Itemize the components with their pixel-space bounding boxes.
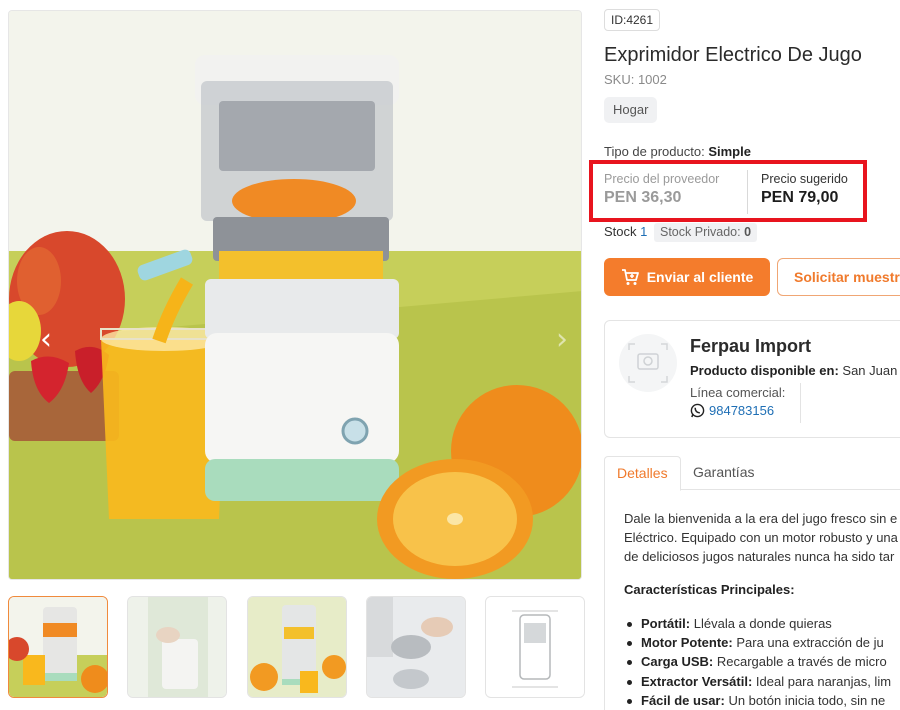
- feature-name: Portátil:: [641, 616, 691, 631]
- gallery-prev-arrow[interactable]: ‹: [33, 323, 59, 357]
- thumbnail-5[interactable]: [485, 596, 585, 698]
- supplier-location-label: Producto disponible en:: [690, 363, 839, 378]
- thumbnail-strip: [8, 596, 588, 698]
- supplier-name[interactable]: Ferpau Import: [690, 336, 811, 357]
- supplier-line-label: Línea comercial:: [690, 385, 786, 400]
- product-type-value: Simple: [708, 144, 751, 159]
- tab-details[interactable]: Detalles: [604, 456, 681, 491]
- supplier-logo: [619, 334, 677, 392]
- feature-name: Motor Potente:: [641, 635, 733, 651]
- supplier-location: Producto disponible en: San Juan D: [690, 363, 900, 378]
- product-sku: SKU: 1002: [604, 72, 667, 87]
- feature-name: Fácil de usar:: [641, 692, 725, 708]
- feature-name: Extractor Versátil:: [641, 673, 753, 689]
- feature-name: Carga USB:: [641, 654, 714, 670]
- feature-item: Portátil: Llévala a donde quieras: [626, 614, 891, 633]
- price-divider: [747, 170, 748, 214]
- feature-item: Motor Potente: Para una extracción de ju: [626, 633, 891, 652]
- supplier-phone-link[interactable]: 984783156: [690, 403, 774, 421]
- private-stock-badge: Stock Privado: 0: [654, 223, 758, 242]
- product-id-badge: ID:4261: [604, 9, 661, 31]
- suggested-price-value: PEN 79,00: [761, 189, 839, 206]
- thumbnail-image: [128, 597, 226, 697]
- suggested-price: Precio sugerido PEN 79,00: [761, 172, 848, 207]
- private-stock-value: 0: [744, 225, 752, 239]
- product-type: Tipo de producto: Simple: [604, 144, 751, 159]
- feature-text: Recargable a través de micro: [716, 654, 887, 670]
- supplier-phone: 984783156: [709, 403, 775, 418]
- thumbnail-1[interactable]: [8, 596, 108, 698]
- description-line: Dale la bienvenida a la era del jugo fre…: [624, 511, 898, 526]
- feature-text: Ideal para naranjas, lim: [755, 673, 892, 689]
- description-line: de deliciosos jugos naturales nunca ha s…: [624, 549, 895, 564]
- product-main-image[interactable]: ‹ ›: [8, 10, 582, 580]
- thumbnail-3[interactable]: [247, 596, 347, 698]
- thumbnail-image: [9, 597, 107, 697]
- feature-text: Llévala a donde quieras: [693, 616, 832, 631]
- thumbnail-4[interactable]: [366, 596, 466, 698]
- juicer-illustration: [9, 11, 581, 579]
- whatsapp-icon: [690, 403, 705, 421]
- tab-warranty[interactable]: Garantías: [681, 456, 766, 490]
- suggested-price-label: Precio sugerido: [761, 172, 848, 186]
- thumbnail-image: [486, 597, 584, 697]
- thumbnail-2[interactable]: [127, 596, 227, 698]
- provider-price-label: Precio del proveedor: [604, 172, 720, 186]
- feature-text: Para una extracción de ju: [736, 635, 884, 651]
- feature-item: Carga USB: Recargable a través de micro: [626, 652, 891, 671]
- send-to-client-button[interactable]: Enviar al cliente: [604, 258, 770, 296]
- feature-item: Fácil de usar: Un botón inicia todo, sin…: [626, 691, 891, 710]
- supplier-divider: [800, 383, 801, 423]
- thumbnail-image: [248, 597, 346, 697]
- gallery-next-arrow[interactable]: ›: [549, 323, 575, 357]
- description-line: Eléctrico. Equipado con un motor robusto…: [624, 530, 898, 545]
- private-stock-label: Stock Privado:: [660, 225, 741, 239]
- stock-label: Stock: [604, 224, 637, 239]
- details-panel: Dale la bienvenida a la era del jugo fre…: [604, 490, 900, 710]
- supplier-card: Ferpau Import Producto disponible en: Sa…: [604, 320, 900, 438]
- features-list: Portátil: Llévala a donde quieras Motor …: [626, 614, 892, 710]
- stock-value: 1: [640, 224, 648, 239]
- product-type-label: Tipo de producto:: [604, 144, 705, 159]
- provider-price-value: PEN 36,30: [604, 189, 682, 206]
- cart-icon: [621, 262, 639, 300]
- product-description: Dale la bienvenida a la era del jugo fre…: [624, 509, 898, 566]
- request-sample-button[interactable]: Solicitar muestra: [777, 258, 900, 296]
- provider-price: Precio del proveedor PEN 36,30: [604, 172, 719, 207]
- supplier-location-value: San Juan D: [842, 363, 900, 378]
- stock-info: Stock 1: [604, 224, 647, 239]
- thumbnail-image: [367, 597, 465, 697]
- category-chip[interactable]: Hogar: [604, 97, 658, 123]
- product-tabs: Detalles Garantías: [604, 456, 900, 491]
- features-heading: Características Principales:: [624, 582, 795, 597]
- feature-text: Un botón inicia todo, sin ne: [728, 692, 886, 708]
- product-title: Exprimidor Electrico De Jugo: [604, 44, 862, 66]
- feature-item: Extractor Versátil: Ideal para naranjas,…: [626, 672, 892, 691]
- price-highlight-box: Precio del proveedor PEN 36,30 Precio su…: [589, 160, 867, 222]
- send-to-client-label: Enviar al cliente: [646, 269, 754, 285]
